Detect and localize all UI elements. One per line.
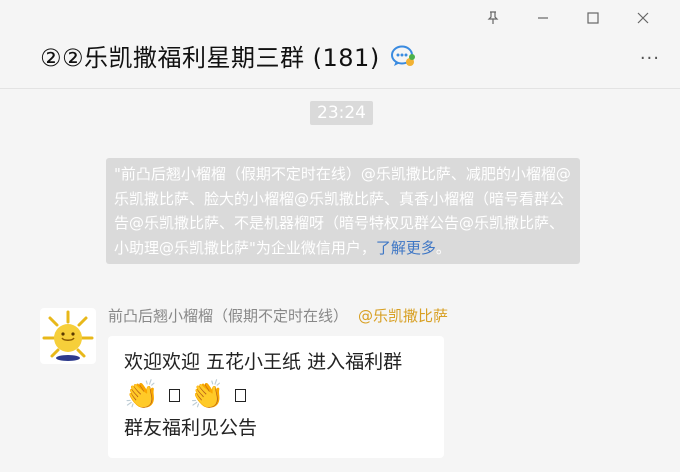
chat-bubble-icon[interactable] bbox=[390, 43, 416, 69]
close-icon[interactable] bbox=[618, 6, 668, 30]
pin-icon[interactable] bbox=[468, 6, 518, 30]
sender-row: 前凸后翘小榴榴（假期不定时在线） @乐凯撒比萨 bbox=[108, 305, 448, 326]
clapping-hands-icon: 👏 bbox=[189, 378, 225, 411]
chat-header: ②②乐凯撒福利星期三群 (181) ··· bbox=[0, 28, 680, 89]
chat-title[interactable]: ②②乐凯撒福利星期三群 (181) bbox=[40, 38, 380, 73]
learn-more-link[interactable]: 了解更多 bbox=[376, 239, 436, 257]
timestamp: 23:24 bbox=[310, 101, 373, 125]
sender-tag[interactable]: @乐凯撒比萨 bbox=[358, 305, 448, 326]
more-options-button[interactable]: ··· bbox=[640, 48, 660, 69]
maximize-icon[interactable] bbox=[568, 6, 618, 30]
minimize-icon[interactable] bbox=[518, 6, 568, 30]
avatar[interactable] bbox=[40, 308, 96, 364]
clapping-hands-icon: 👏 bbox=[124, 378, 159, 411]
message-line: 欢迎欢迎 五花小王纸 进入福利群 bbox=[124, 351, 403, 373]
system-notice-text: "前凸后翘小榴榴（假期不定时在线）@乐凯撒比萨、减肥的小榴榴@乐凯撒比萨、脸大的… bbox=[114, 165, 571, 257]
system-notice: "前凸后翘小榴榴（假期不定时在线）@乐凯撒比萨、减肥的小榴榴@乐凯撒比萨、脸大的… bbox=[106, 158, 580, 264]
sender-name[interactable]: 前凸后翘小榴榴（假期不定时在线） bbox=[108, 305, 348, 326]
message-line: 群友福利见公告 bbox=[124, 417, 258, 439]
emoji-line: 👏 👏 bbox=[124, 380, 428, 410]
message-bubble[interactable]: 欢迎欢迎 五花小王纸 进入福利群 👏 👏 群友福利见公告 bbox=[108, 336, 444, 458]
system-notice-tail: 。 bbox=[435, 238, 451, 257]
window-controls bbox=[468, 6, 668, 30]
missing-glyph-box bbox=[234, 388, 246, 402]
title-wrap: ②②乐凯撒福利星期三群 (181) bbox=[40, 38, 416, 73]
missing-glyph-box bbox=[168, 388, 180, 402]
